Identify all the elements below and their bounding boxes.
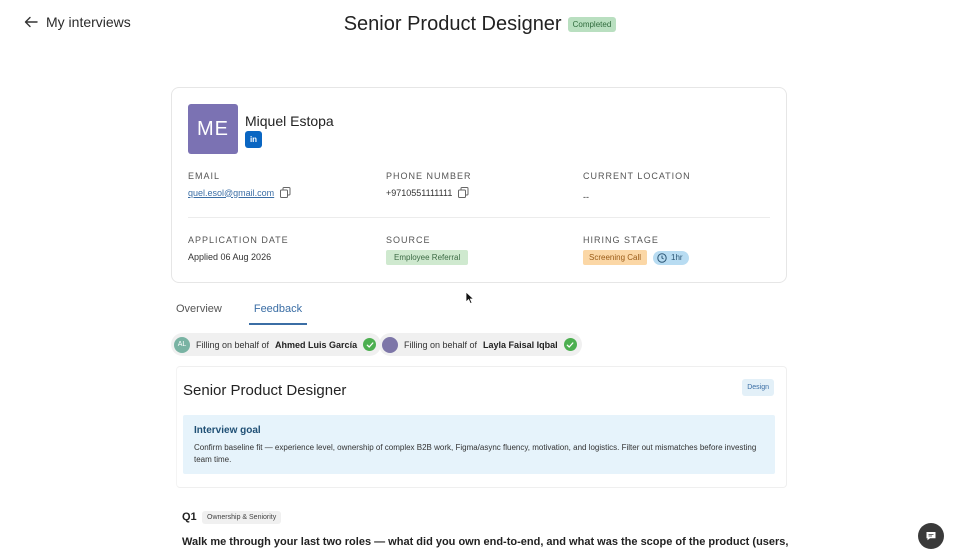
candidate-card: ME Miquel Estopa in EMAIL quel.esol@gmai…: [171, 87, 787, 283]
clock-icon: [657, 252, 667, 263]
scorecard-section: Senior Product Designer Design Interview…: [176, 366, 787, 488]
email-value-row: quel.esol@gmail.com: [188, 187, 291, 198]
filling-prefix: Filling on behalf of: [404, 339, 478, 350]
source-label: SOURCE: [386, 235, 431, 245]
page-title: Senior Product Designer: [343, 13, 562, 35]
department-tag: Design: [742, 379, 774, 396]
email-link[interactable]: quel.esol@gmail.com: [188, 188, 274, 198]
chat-button[interactable]: [918, 523, 944, 549]
avatar: [382, 336, 398, 353]
hiring-stage-row: Screening Call 1hr: [583, 250, 689, 265]
page-title-group: Senior Product Designer Completed: [0, 13, 960, 36]
hiring-stage-label: HIRING STAGE: [583, 235, 659, 245]
interviewer-name: Layla Faisal Iqbal: [483, 339, 558, 350]
filling-on-behalf-pill[interactable]: Filling on behalf of Layla Faisal Iqbal: [379, 333, 582, 356]
phone-label: PHONE NUMBER: [386, 171, 472, 181]
source-tag: Employee Referral: [386, 250, 469, 265]
status-badge: Completed: [567, 17, 617, 32]
avatar: ME: [188, 104, 238, 154]
application-date-value: Applied 06 Aug 2026: [188, 252, 272, 262]
avatar: AL: [174, 336, 190, 353]
check-icon: [563, 338, 577, 351]
application-date-label: APPLICATION DATE: [188, 235, 289, 245]
copy-icon[interactable]: [458, 187, 469, 198]
phone-value: +9710551111111: [386, 187, 453, 198]
question-tag: Ownership & Seniority: [202, 511, 282, 524]
interviewer-name: Ahmed Luis García: [275, 339, 358, 350]
question-number: Q1: [182, 511, 197, 523]
interview-goal-text: Confirm baseline fit — experience level,…: [194, 443, 757, 464]
location-label: CURRENT LOCATION: [583, 171, 691, 181]
interview-goal-title: Interview goal: [194, 425, 261, 436]
check-icon: [363, 338, 377, 351]
stage-tag: Screening Call: [583, 250, 648, 265]
scorecard-title: Senior Product Designer: [183, 382, 347, 399]
source-value-row: Employee Referral: [386, 250, 469, 265]
interview-goal-box: Interview goal Confirm baseline fit — ex…: [183, 415, 775, 474]
mouse-cursor-icon: [465, 291, 475, 305]
tabs: Overview Feedback: [171, 300, 329, 325]
filling-on-behalf-pill[interactable]: AL Filling on behalf of Ahmed Luis Garcí…: [171, 333, 382, 356]
phone-value-row: +9710551111111: [386, 187, 469, 198]
stage-time: 1hr: [671, 253, 683, 262]
candidate-name: Miquel Estopa: [245, 113, 334, 129]
copy-icon[interactable]: [280, 187, 291, 198]
card-divider: [188, 217, 770, 218]
linkedin-icon[interactable]: in: [245, 131, 262, 148]
tab-feedback[interactable]: Feedback: [248, 300, 308, 325]
location-value: --: [583, 192, 589, 202]
top-bar: My interviews Senior Product Designer Co…: [0, 0, 960, 46]
tab-overview[interactable]: Overview: [171, 300, 227, 325]
filling-prefix: Filling on behalf of: [196, 339, 270, 350]
question-text: Walk me through your last two roles — wh…: [182, 536, 789, 548]
email-label: EMAIL: [188, 171, 221, 181]
chat-icon: [926, 532, 936, 541]
stage-time-tag: 1hr: [653, 250, 689, 265]
